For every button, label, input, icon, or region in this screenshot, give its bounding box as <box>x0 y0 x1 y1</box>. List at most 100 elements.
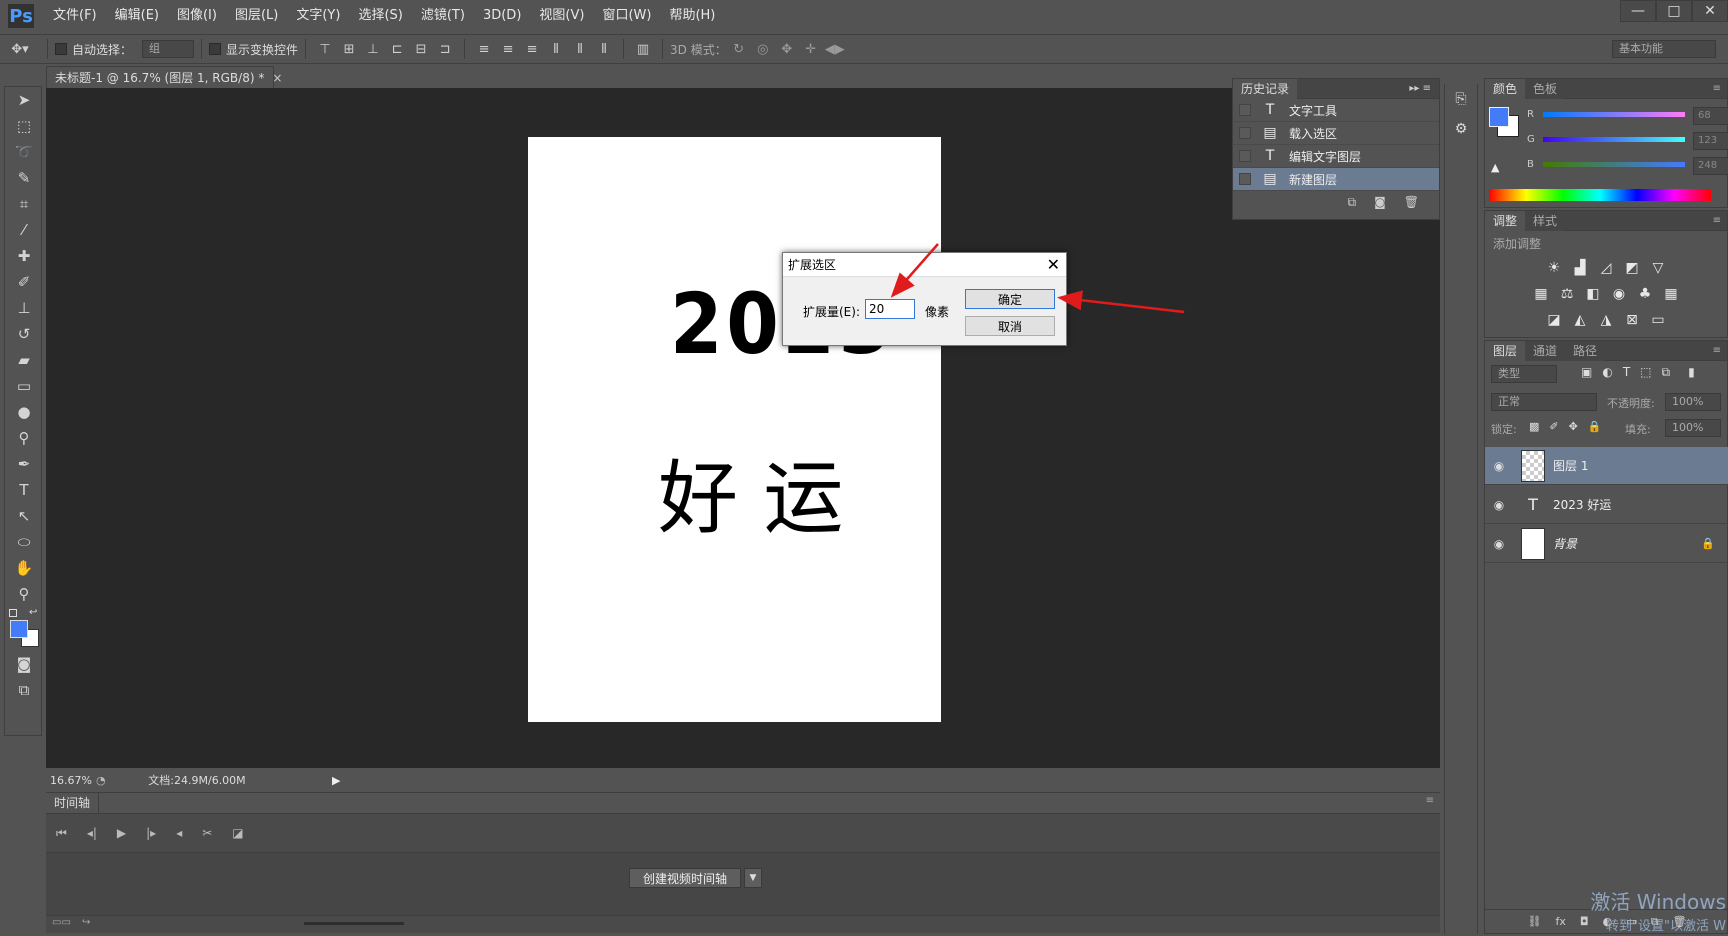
menu-view[interactable]: 视图(V) <box>530 0 593 32</box>
color-balance-icon[interactable]: ⚖ <box>1557 284 1577 304</box>
green-slider[interactable] <box>1543 137 1685 142</box>
tab-swatches[interactable]: 色板 <box>1525 78 1566 99</box>
play-icon[interactable]: ▶ <box>117 826 126 840</box>
create-video-timeline-button[interactable]: 创建视频时间轴 <box>629 868 741 888</box>
status-menu-arrow-icon[interactable]: ▶ <box>332 774 340 787</box>
layer-row[interactable]: ◉ 背景 🔒 <box>1485 525 1728 563</box>
color-lookup-icon[interactable]: ▦ <box>1661 284 1681 304</box>
zoom-tool-icon[interactable]: ⚲ <box>5 581 43 607</box>
status-settings-icon[interactable]: ◔ <box>96 774 112 787</box>
quick-mask-icon[interactable]: ◙ <box>5 651 43 677</box>
screen-mode-icon[interactable]: ⧉ <box>5 677 43 703</box>
filter-toggle-icon[interactable]: ▮ <box>1688 365 1695 380</box>
gradient-map-icon[interactable]: ▭ <box>1648 310 1668 330</box>
distribute-vcenter-icon[interactable]: ≡ <box>496 42 520 57</box>
red-slider[interactable] <box>1543 112 1685 117</box>
menu-file[interactable]: 文件(F) <box>44 0 106 32</box>
ok-button[interactable]: 确定 <box>965 289 1055 309</box>
lock-all-icon[interactable]: 🔒 <box>1588 420 1602 433</box>
marquee-tool-icon[interactable]: ⬚ <box>5 113 43 139</box>
history-tab[interactable]: 历史记录 <box>1233 78 1298 99</box>
history-snapshot-box[interactable] <box>1239 127 1251 139</box>
dialog-close-icon[interactable]: ✕ <box>1047 255 1060 274</box>
default-colors-icon[interactable] <box>9 609 17 617</box>
green-value[interactable]: 123 <box>1693 132 1728 150</box>
restore-button[interactable]: □ <box>1656 0 1692 22</box>
tab-styles[interactable]: 样式 <box>1525 210 1566 231</box>
blend-mode-dropdown[interactable]: 正常 <box>1491 393 1597 411</box>
layer-filter-dropdown[interactable]: 类型 <box>1491 365 1557 383</box>
3d-slide-icon[interactable]: ✛ <box>799 42 823 57</box>
history-snapshot-box[interactable] <box>1239 173 1251 185</box>
document-canvas[interactable]: 2023 好 运 <box>528 137 941 722</box>
new-document-from-state-icon[interactable]: ⧉ <box>1348 195 1357 210</box>
menu-filter[interactable]: 滤镜(T) <box>412 0 474 32</box>
curves-icon[interactable]: ◿ <box>1596 258 1616 278</box>
ellipse-tool-icon[interactable]: ⬭ <box>5 529 43 555</box>
black-white-icon[interactable]: ◧ <box>1583 284 1603 304</box>
auto-select-dropdown[interactable]: 组 <box>142 40 195 58</box>
history-brush-tool-icon[interactable]: ↺ <box>5 321 43 347</box>
timeline-zoom-slider[interactable] <box>304 922 404 925</box>
first-frame-icon[interactable]: ⏮ <box>56 826 67 841</box>
show-transform-checkbox[interactable] <box>209 43 222 55</box>
distribute-top-icon[interactable]: ≡ <box>472 42 496 57</box>
history-panel-icon[interactable]: ⎘ <box>1445 84 1477 114</box>
eraser-tool-icon[interactable]: ▰ <box>5 347 43 373</box>
path-select-tool-icon[interactable]: ↖ <box>5 503 43 529</box>
auto-align-icon[interactable]: ▥ <box>631 42 655 57</box>
menu-window[interactable]: 窗口(W) <box>593 0 660 32</box>
align-right-icon[interactable]: ⊐ <box>433 42 457 57</box>
crop-tool-icon[interactable]: ⌗ <box>5 191 43 217</box>
minimize-button[interactable]: — <box>1620 0 1656 22</box>
history-item-selected[interactable]: ▤ 新建图层 <box>1233 168 1439 191</box>
menu-help[interactable]: 帮助(H) <box>660 0 724 32</box>
brush-tool-icon[interactable]: ✐ <box>5 269 43 295</box>
auto-select-checkbox[interactable] <box>55 43 67 55</box>
document-tab[interactable]: 未标题-1 @ 16.7% (图层 1, RGB/8) * × <box>46 66 282 88</box>
history-expand-icon[interactable]: ▸▸ ≡ <box>1409 83 1431 94</box>
close-window-button[interactable]: ✕ <box>1692 0 1728 22</box>
history-item[interactable]: ▤ 载入选区 <box>1233 122 1439 145</box>
menu-type[interactable]: 文字(Y) <box>287 0 349 32</box>
brightness-contrast-icon[interactable]: ☀ <box>1544 258 1564 278</box>
3d-scale-icon[interactable]: ◀▶ <box>823 42 847 57</box>
3d-rotate-icon[interactable]: ↻ <box>727 42 751 57</box>
add-mask-icon[interactable]: ◘ <box>1580 915 1589 928</box>
workspace-dropdown[interactable]: 基本功能 <box>1612 40 1716 58</box>
layer-style-icon[interactable]: fx <box>1556 915 1566 928</box>
healing-brush-tool-icon[interactable]: ✚ <box>5 243 43 269</box>
audio-icon[interactable]: ◂ <box>176 826 182 840</box>
invert-icon[interactable]: ◪ <box>1544 310 1564 330</box>
threshold-icon[interactable]: ◮ <box>1596 310 1616 330</box>
lock-transparency-icon[interactable]: ▩ <box>1529 420 1539 433</box>
link-layers-icon[interactable]: ⛓ <box>1528 915 1542 928</box>
opacity-input[interactable]: 100% <box>1665 393 1721 411</box>
layers-menu-icon[interactable]: ≡ <box>1713 345 1721 356</box>
prev-frame-icon[interactable]: ◂| <box>87 826 97 840</box>
align-vcenter-icon[interactable]: ⊞ <box>337 42 361 57</box>
tab-color[interactable]: 颜色 <box>1485 78 1526 99</box>
red-value[interactable]: 68 <box>1693 107 1728 125</box>
properties-panel-icon[interactable]: ⚙ <box>1445 114 1477 144</box>
blue-slider[interactable] <box>1543 162 1685 167</box>
delete-state-icon[interactable]: 🗑 <box>1404 195 1419 210</box>
fill-input[interactable]: 100% <box>1665 419 1721 437</box>
transition-icon[interactable]: ◪ <box>232 826 243 840</box>
hand-tool-icon[interactable]: ✋ <box>5 555 43 581</box>
dodge-tool-icon[interactable]: ⚲ <box>5 425 43 451</box>
close-document-icon[interactable]: × <box>272 71 282 85</box>
menu-3d[interactable]: 3D(D) <box>474 0 530 32</box>
swap-colors-icon[interactable]: ↩ <box>29 607 37 618</box>
create-timeline-dropdown-icon[interactable]: ▼ <box>744 868 762 888</box>
clone-stamp-tool-icon[interactable]: ⊥ <box>5 295 43 321</box>
new-snapshot-icon[interactable]: ◙ <box>1374 195 1386 210</box>
cancel-button[interactable]: 取消 <box>965 316 1055 336</box>
gradient-tool-icon[interactable]: ▭ <box>5 373 43 399</box>
tab-layers[interactable]: 图层 <box>1485 340 1526 361</box>
distribute-right-icon[interactable]: ⦀ <box>592 42 616 57</box>
filter-shape-icon[interactable]: ⬚ <box>1640 365 1651 380</box>
split-scissors-icon[interactable]: ✂ <box>202 826 212 840</box>
filter-type-icon[interactable]: T <box>1623 365 1630 380</box>
filter-pixel-icon[interactable]: ▣ <box>1581 365 1592 380</box>
